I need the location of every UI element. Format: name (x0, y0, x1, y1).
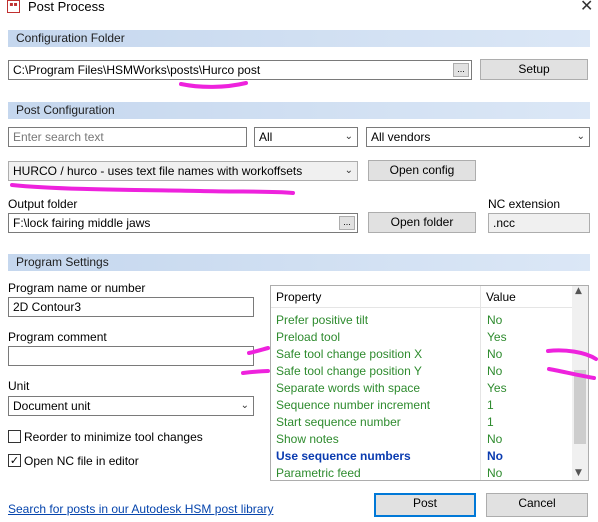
nc-extension-label: NC extension (488, 197, 561, 211)
nc-extension-field[interactable]: .ncc (488, 213, 590, 233)
vendor-filter-select[interactable]: All vendors ⌄ (366, 127, 590, 147)
open-folder-button[interactable]: Open folder (368, 212, 476, 233)
property-name: Separate words with space (276, 381, 421, 395)
config-folder-path[interactable]: C:\Program Files\HSMWorks\posts\Hurco po… (8, 60, 472, 80)
annotation-underline-post-select (10, 183, 295, 195)
search-input[interactable]: Enter search text (8, 127, 247, 147)
cancel-button[interactable]: Cancel (486, 493, 588, 517)
unit-select[interactable]: Document unit ⌄ (8, 396, 254, 416)
property-value[interactable]: Yes (487, 380, 507, 397)
section-post-configuration: Post Configuration (8, 102, 590, 119)
property-name: Parametric feed (276, 466, 361, 480)
value-column-header[interactable]: Value (486, 290, 516, 304)
property-row[interactable]: Safe tool change position Y No (271, 363, 573, 380)
property-row[interactable]: Preload tool Yes (271, 329, 573, 346)
property-row[interactable]: Safe tool change position X No (271, 346, 573, 363)
config-folder-browse-button[interactable]: ... (453, 63, 469, 77)
output-folder-label: Output folder (8, 197, 78, 211)
property-column-header[interactable]: Property (276, 290, 321, 304)
section-program-settings: Program Settings (8, 254, 590, 271)
config-folder-path-text: C:\Program Files\HSMWorks\posts\Hurco po… (13, 63, 261, 77)
close-icon[interactable]: ✕ (580, 0, 593, 15)
window-title: Post Process (28, 0, 105, 14)
open-nc-checkbox[interactable]: ✓ (8, 454, 21, 467)
property-name: Safe tool change position X (276, 347, 423, 361)
property-value[interactable]: 1 (487, 414, 494, 431)
property-row[interactable]: Prefer positive tilt No (271, 312, 573, 329)
category-filter-value: All (259, 130, 273, 144)
program-name-label: Program name or number (8, 281, 146, 295)
property-name: Prefer positive tilt (276, 313, 369, 327)
chevron-down-icon: ⌄ (576, 131, 585, 142)
program-name-input[interactable]: 2D Contour3 (8, 297, 254, 317)
property-value[interactable]: No (487, 346, 502, 363)
property-grid-header: Property Value (271, 286, 573, 480)
vendor-filter-value: All vendors (371, 130, 431, 144)
post-processor-value: HURCO / hurco - uses text file names wit… (13, 164, 303, 178)
reorder-checkbox[interactable] (8, 430, 21, 443)
open-config-button[interactable]: Open config (368, 160, 476, 181)
post-button[interactable]: Post (374, 493, 476, 517)
section-configuration-folder: Configuration Folder (8, 30, 590, 47)
chevron-down-icon: ⌄ (240, 400, 249, 411)
property-value[interactable]: 1 (487, 397, 494, 414)
post-library-link[interactable]: Search for posts in our Autodesk HSM pos… (8, 502, 273, 516)
unit-label: Unit (8, 379, 30, 393)
scroll-up-icon[interactable]: ▲ (575, 286, 582, 296)
output-folder-path[interactable]: F:\lock fairing middle jaws ... (8, 213, 358, 233)
property-value[interactable]: No (487, 431, 502, 448)
annotation-underline-config-path (179, 81, 248, 89)
chevron-down-icon: ⌄ (344, 131, 353, 142)
open-nc-label: Open NC file in editor (24, 454, 139, 468)
property-row[interactable]: Start sequence number 1 (271, 414, 573, 431)
annotation-mark-safe-y-left (241, 369, 270, 375)
property-row[interactable]: Show notes No (271, 431, 573, 448)
property-name: Use sequence numbers (276, 449, 411, 463)
property-value[interactable]: No (487, 312, 502, 329)
chevron-down-icon: ⌄ (344, 165, 353, 176)
property-row[interactable]: Use sequence numbers No (271, 448, 573, 465)
property-value[interactable]: Yes (487, 329, 507, 346)
property-grid[interactable]: Property Value Prefer positive tilt No Pre… (270, 285, 589, 481)
property-name: Preload tool (276, 330, 341, 344)
property-row[interactable]: Sequence number increment 1 (271, 397, 573, 414)
output-folder-browse-button[interactable]: ... (339, 216, 355, 230)
property-value[interactable]: No (487, 363, 502, 380)
category-filter-select[interactable]: All ⌄ (254, 127, 358, 147)
scroll-down-icon[interactable]: ▼ (575, 468, 582, 478)
property-name: Sequence number increment (276, 398, 431, 412)
setup-button[interactable]: Setup (480, 59, 588, 80)
app-icon: ▪▪ (7, 0, 20, 13)
property-name: Safe tool change position Y (276, 364, 422, 378)
property-row[interactable]: Parametric feed No (271, 465, 573, 480)
reorder-label: Reorder to minimize tool changes (24, 430, 203, 444)
vertical-scrollbar[interactable]: ▲ ▼ (572, 286, 588, 480)
property-row[interactable]: Separate words with space Yes (271, 380, 573, 397)
program-comment-label: Program comment (8, 330, 107, 344)
property-name: Show notes (276, 432, 339, 446)
post-processor-select[interactable]: HURCO / hurco - uses text file names wit… (8, 161, 358, 181)
unit-value: Document unit (13, 399, 91, 413)
property-name: Start sequence number (276, 415, 401, 429)
property-value[interactable]: No (487, 448, 503, 465)
scrollbar-thumb[interactable] (574, 370, 586, 444)
program-comment-input[interactable] (8, 346, 254, 366)
property-value[interactable]: No (487, 465, 502, 480)
output-folder-path-text: F:\lock fairing middle jaws (13, 216, 151, 230)
